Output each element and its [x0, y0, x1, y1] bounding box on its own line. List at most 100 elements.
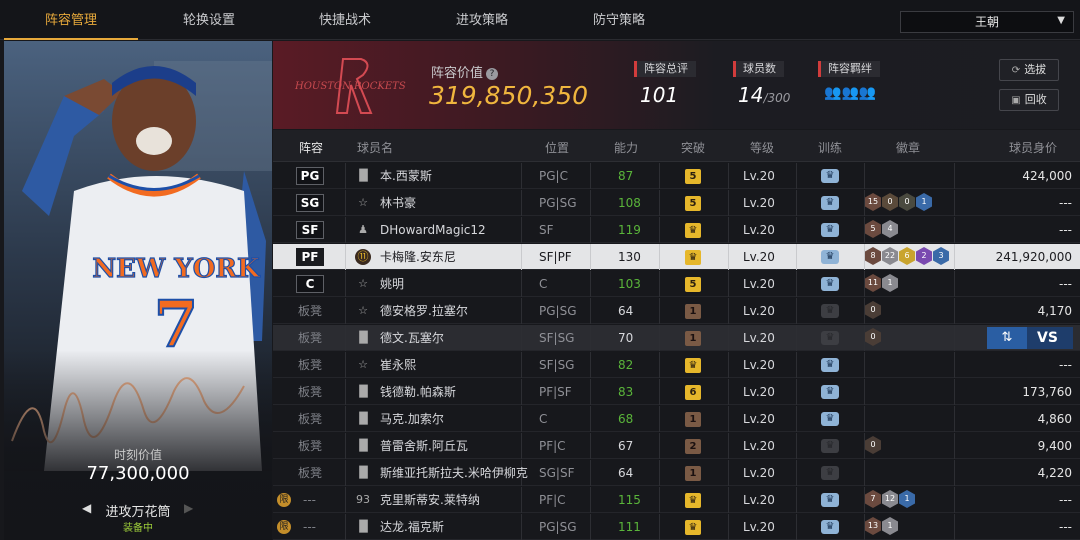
refresh-icon: ⟳: [1011, 65, 1021, 76]
bench-slot-label: 板凳: [298, 331, 323, 345]
bench-slot-label: 板凳: [298, 466, 323, 480]
training-active-icon[interactable]: ♛: [821, 223, 839, 237]
select-button[interactable]: ⟳ 选拔: [999, 59, 1059, 81]
player-name: DHowardMagic12: [380, 223, 486, 237]
slot-empty-label: ---: [303, 493, 316, 507]
breakthrough-badge: ♛: [685, 493, 701, 508]
player-ability: 115: [618, 493, 641, 507]
training-active-icon[interactable]: ♛: [821, 520, 839, 534]
table-row[interactable]: 板凳 ▐▌ 钱德勒.帕森斯 PF|SF 83 6 Lv.20 ♛ 173,760: [273, 379, 1080, 405]
col-name[interactable]: 球员名: [357, 139, 393, 156]
player-value: ---: [1059, 520, 1072, 534]
training-active-icon[interactable]: ♛: [821, 412, 839, 426]
player-value: ---: [1059, 223, 1072, 237]
person-icon: ♟: [358, 223, 368, 236]
training-active-icon[interactable]: ♛: [821, 196, 839, 210]
player-position: PF|C: [539, 439, 566, 453]
training-inactive-icon[interactable]: ♛: [821, 331, 839, 345]
table-row[interactable]: 限 --- 93 克里斯蒂安.莱特纳 PF|C 115 ♛ Lv.20 ♛ 7 12 1 ---: [273, 487, 1080, 513]
position-slot-badge: PG: [296, 167, 324, 185]
col-badges[interactable]: 徽章: [896, 139, 920, 156]
col-training[interactable]: 训练: [818, 139, 842, 156]
player-name: 钱德勒.帕森斯: [380, 385, 456, 399]
player-ability: 68: [618, 412, 634, 426]
recycle-button[interactable]: ▣ 回收: [999, 89, 1059, 111]
bench-slot-label: 板凳: [298, 358, 323, 372]
bond-label: 阵容羁绊: [818, 61, 880, 77]
swap-icon[interactable]: ⇅: [987, 327, 1027, 349]
table-row[interactable]: 板凳▐▌德文.瓦塞尔SF|SG701Lv.20♛09⇅VS: [273, 325, 1080, 351]
lineup-value: 319,850,350: [429, 81, 589, 110]
team-logo: HOUSTON ROCKETS: [294, 58, 406, 114]
training-active-icon[interactable]: ♛: [821, 169, 839, 183]
table-row[interactable]: 限 --- ▐▌ 达龙.福克斯 PG|SG 111 ♛ Lv.20 ♛ 13 1 ---: [273, 514, 1080, 540]
player-value: 9,400: [1037, 439, 1072, 453]
player-value: 4,220: [1037, 466, 1072, 480]
jersey-93-icon: 93: [356, 493, 370, 506]
star-icon: ☆: [358, 358, 368, 371]
breakthrough-badge: 2: [685, 439, 701, 454]
breakthrough-badge: 1: [685, 466, 701, 481]
training-active-icon[interactable]: ♛: [821, 385, 839, 399]
player-name: 马克.加索尔: [380, 412, 444, 426]
table-row[interactable]: PF ⑪ 卡梅隆.安东尼 SF|PF 130 ♛ Lv.20 ♛ 8 22 6 2 3 241,920,0…: [273, 244, 1080, 270]
table-row[interactable]: SG ☆ 林书豪 PG|SG 108 5 Lv.20 ♛ 15 0 0 1 ---: [273, 190, 1080, 216]
player-value: ---: [1059, 493, 1072, 507]
breakthrough-badge: 1: [685, 412, 701, 427]
table-row[interactable]: SF ♟ DHowardMagic12 SF 119 ♛ Lv.20 ♛ 5 4 ---: [273, 217, 1080, 243]
training-inactive-icon[interactable]: ♛: [821, 304, 839, 318]
star-icon: ☆: [358, 277, 368, 290]
bars-icon: ▐▌: [355, 169, 372, 182]
table-row[interactable]: 板凳 ☆ 崔永熙 SF|SG 82 ♛ Lv.20 ♛ ---: [273, 352, 1080, 378]
training-inactive-icon[interactable]: ♛: [821, 466, 839, 480]
col-lineup[interactable]: 阵容: [299, 139, 323, 156]
col-ability[interactable]: 能力: [614, 139, 638, 156]
col-breakthrough[interactable]: 突破: [681, 139, 705, 156]
table-row[interactable]: C ☆ 姚明 C 103 5 Lv.20 ♛ 11 1 ---: [273, 271, 1080, 297]
team-select-value: 王朝: [974, 15, 999, 29]
badge-list: 7 12 1: [865, 490, 916, 510]
training-active-icon[interactable]: ♛: [821, 250, 839, 264]
table-row[interactable]: 板凳 ☆ 德安格罗.拉塞尔 PG|SG 64 1 Lv.20 ♛ 0 4,170: [273, 298, 1080, 324]
tab-defense-strategy[interactable]: 防守策略: [552, 0, 686, 40]
tab-lineup[interactable]: 阵容管理: [4, 0, 138, 40]
col-level[interactable]: 等级: [750, 139, 774, 156]
tab-rotation[interactable]: 轮换设置: [142, 0, 276, 40]
lineup-header: HOUSTON ROCKETS 阵容价值? 319,850,350 阵容总评 1…: [273, 41, 1080, 129]
breakthrough-badge: ♛: [685, 520, 701, 535]
tab-quick-tactics[interactable]: 快捷战术: [278, 0, 412, 40]
tab-offense-strategy[interactable]: 进攻策略: [415, 0, 549, 40]
table-row[interactable]: 板凳 ▐▌ 普雷舍斯.阿丘瓦 PF|C 67 2 Lv.20 ♛ 0 9,400: [273, 433, 1080, 459]
bond-icons[interactable]: 👥👥👥: [824, 85, 876, 101]
player-value: 424,000: [1022, 169, 1072, 183]
player-value: ---: [1059, 358, 1072, 372]
breakthrough-badge: ♛: [685, 358, 701, 373]
team-select-dropdown[interactable]: 王朝 ▼: [900, 11, 1074, 33]
position-slot-badge: C: [296, 275, 324, 293]
slot-empty-label: ---: [303, 520, 316, 534]
badge-list: 15 0 0 1: [865, 193, 933, 213]
badge-count-icon: 1: [916, 193, 932, 211]
player-level: Lv.20: [743, 358, 775, 372]
table-row[interactable]: 板凳 ▐▌ 斯维亚托斯拉夫.米哈伊柳克 SG|SF 64 1 Lv.20 ♛ 4,220: [273, 460, 1080, 486]
moment-value: 77,300,000: [86, 463, 190, 484]
badge-count-icon: 13: [865, 517, 881, 535]
col-position[interactable]: 位置: [545, 139, 569, 156]
table-row[interactable]: 板凳 ▐▌ 马克.加索尔 C 68 1 Lv.20 ♛ 4,860: [273, 406, 1080, 432]
training-active-icon[interactable]: ♛: [821, 277, 839, 291]
help-icon[interactable]: ?: [486, 68, 499, 80]
badge-list: 54: [865, 220, 899, 240]
training-active-icon[interactable]: ♛: [821, 493, 839, 507]
training-active-icon[interactable]: ♛: [821, 358, 839, 372]
badge-list: 11 1: [865, 274, 899, 294]
next-style-arrow-icon[interactable]: ▶: [184, 501, 193, 515]
player-ability: 64: [618, 304, 634, 318]
badge-count-icon: 7: [865, 490, 881, 508]
training-inactive-icon[interactable]: ♛: [821, 439, 839, 453]
vs-compare-button[interactable]: ⇅ VS: [987, 327, 1073, 349]
table-row[interactable]: PG ▐▌ 本.西蒙斯 PG|C 87 5 Lv.20 ♛ 424,000: [273, 163, 1080, 189]
col-player-value[interactable]: 球员身价: [1009, 139, 1057, 156]
recycle-icon: ▣: [1011, 95, 1021, 106]
player-ability: 130: [618, 250, 641, 264]
player-position: SG|SF: [539, 466, 575, 480]
